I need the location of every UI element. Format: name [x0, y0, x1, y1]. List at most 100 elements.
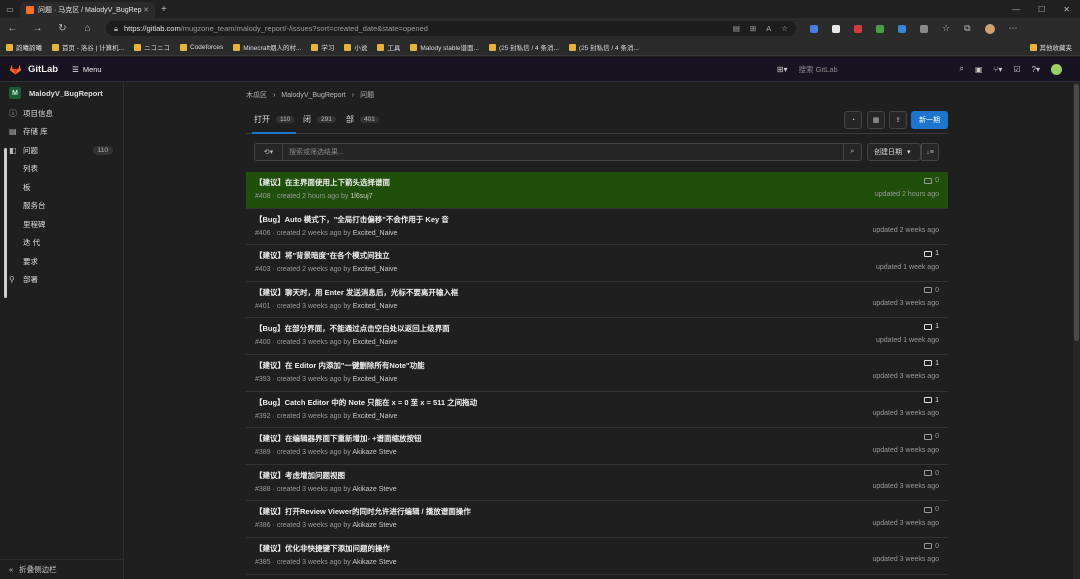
- close-window-icon[interactable]: ✕: [1063, 5, 1070, 14]
- issue-author[interactable]: Excited_Naive: [353, 413, 398, 420]
- extension-icon[interactable]: [920, 24, 928, 33]
- issue-row[interactable]: 【建议】考虑增加问题视图 #388 · created 3 weeks ago b…: [246, 465, 948, 502]
- search-icon[interactable]: ⌕: [843, 144, 861, 160]
- sidebar-scrollbar[interactable]: [4, 148, 7, 298]
- sidebar-item[interactable]: ▤ 存储 库: [0, 123, 123, 142]
- comments-count[interactable]: 0: [924, 506, 939, 513]
- issue-row[interactable]: 【建议】在编辑器界面下重新增加- +谱面缩放按钮 #389 · created 3…: [246, 428, 948, 465]
- address-bar[interactable]: 🔒︎ https://gitlab.com /mugzone_team/malo…: [106, 21, 796, 36]
- sidebar-item[interactable]: 列表: [0, 160, 123, 179]
- read-aloud-icon[interactable]: ▤: [733, 24, 740, 33]
- bookmark-item[interactable]: 学习: [311, 42, 334, 52]
- profile-avatar[interactable]: [984, 23, 995, 34]
- comments-count[interactable]: 1: [924, 323, 939, 330]
- sort-dropdown[interactable]: 创建日期 ▾: [867, 143, 921, 161]
- issue-author[interactable]: Excited_Naive: [353, 230, 398, 237]
- issue-author[interactable]: Excited_Naive: [353, 376, 398, 383]
- comments-count[interactable]: 0: [924, 287, 939, 294]
- extension-icon[interactable]: [876, 24, 884, 33]
- sidebar-item[interactable]: 要求: [0, 252, 123, 271]
- tab-open[interactable]: 打开 110: [251, 114, 297, 134]
- extension-icon[interactable]: [810, 24, 818, 33]
- bookmark-item[interactable]: ニコニコ: [134, 42, 170, 52]
- browser-tab[interactable]: 问题 · 马克区 / MalodyV_BugRep ✕: [20, 2, 155, 18]
- search-icon[interactable]: ⌕: [959, 64, 963, 74]
- issue-title[interactable]: 【建议】将"背景暗度"在各个模式间独立: [255, 250, 939, 261]
- issue-row[interactable]: 【Bug】Catch Editor 中的 Note 只能在 x = 0 至 x …: [246, 392, 948, 429]
- new-tab-icon[interactable]: +: [161, 4, 167, 15]
- bookmark-item[interactable]: 首页 - 洛谷 | 计算机...: [52, 42, 124, 52]
- issue-title[interactable]: 【建议】考虑增加问题视图: [255, 470, 939, 481]
- page-scrollbar[interactable]: [1073, 82, 1080, 579]
- minimize-icon[interactable]: —: [1012, 5, 1020, 14]
- tab-actions-icon[interactable]: ▭: [0, 5, 20, 14]
- bookmark-item[interactable]: Minecraft烟人的村...: [233, 42, 301, 52]
- bookmark-item[interactable]: Codeforces: [180, 43, 223, 51]
- help-icon[interactable]: ?▾: [1032, 65, 1040, 74]
- collections-icon[interactable]: ⧉: [964, 23, 970, 34]
- issue-author[interactable]: 1l6suj7: [350, 193, 372, 200]
- back-icon[interactable]: ←: [0, 23, 25, 34]
- todos-icon[interactable]: ☑: [1013, 65, 1020, 74]
- merge-requests-icon[interactable]: ⑂▾: [994, 65, 1003, 74]
- create-new-icon[interactable]: ⊞▾: [777, 65, 788, 74]
- issue-title[interactable]: 【建议】打开Review Viewer的同时允许进行编辑 / 播放谱面操作: [255, 506, 939, 517]
- close-tab-icon[interactable]: ✕: [143, 6, 149, 14]
- home-icon[interactable]: ⌂: [75, 23, 100, 34]
- sidebar-item[interactable]: 板: [0, 178, 123, 197]
- issue-title[interactable]: 【Bug】在部分界面，不能通过点击空白处以返回上级界面: [255, 323, 939, 334]
- calendar-button[interactable]: ▦: [867, 111, 885, 129]
- tab-all[interactable]: 部 401: [346, 114, 379, 125]
- issue-title[interactable]: 【建议】在编辑器界面下重新增加- +谱面缩放按钮: [255, 433, 939, 444]
- issue-title[interactable]: 【建议】优化非快捷键下添加问题的操作: [255, 543, 939, 554]
- bookmark-item[interactable]: Malody stable谱面...: [410, 42, 479, 52]
- issue-row[interactable]: 【建议】优化非快捷键下添加问题的操作 #385 · created 3 weeks…: [246, 538, 948, 575]
- rss-button[interactable]: ◔: [844, 111, 862, 129]
- bookmark-item[interactable]: 韵曦韵曦: [6, 42, 42, 52]
- comments-count[interactable]: 1: [924, 360, 939, 367]
- issue-author[interactable]: Excited_Naive: [353, 303, 398, 310]
- sidebar-item[interactable]: 服务台: [0, 197, 123, 216]
- breadcrumb-project[interactable]: MalodyV_BugReport: [281, 92, 346, 99]
- issue-row[interactable]: 【建议】在 Editor 内添加"一键删除所有Note"功能 #393 · cre…: [246, 355, 948, 392]
- tab-closed[interactable]: 闭 291: [303, 114, 336, 125]
- more-menu-icon[interactable]: ⋯: [1009, 23, 1018, 34]
- bookmark-item[interactable]: (25 封私信 / 4 条消...: [488, 42, 559, 52]
- gitlab-logo[interactable]: GitLab: [0, 64, 58, 75]
- project-header[interactable]: M MalodyV_BugReport: [0, 82, 123, 104]
- user-avatar[interactable]: [1051, 63, 1062, 75]
- extension-icon[interactable]: [898, 24, 906, 33]
- sidebar-item[interactable]: ◧ 问题 110: [0, 141, 123, 160]
- bookmark-item[interactable]: 工具: [377, 42, 400, 52]
- issue-author[interactable]: Akikaze Steve: [352, 486, 396, 493]
- comments-count[interactable]: 0: [924, 177, 939, 184]
- comments-count[interactable]: 0: [924, 433, 939, 440]
- issue-title[interactable]: 【Bug】Auto 模式下，"全局打击偏移"不会作用于 Key 音: [255, 214, 939, 225]
- issue-title[interactable]: 【建议】在主界面使用上下箭头选择谱面: [255, 177, 939, 188]
- sidebar-item[interactable]: 迭 代: [0, 234, 123, 253]
- apps-icon[interactable]: ⊞: [750, 24, 756, 33]
- issue-row[interactable]: 【建议】将"背景暗度"在各个模式间独立 #403 · created 2 week…: [246, 245, 948, 282]
- issue-row[interactable]: 【建议】在主界面使用上下箭头选择谱面 #408 · created 2 hours…: [246, 172, 948, 209]
- history-dropdown[interactable]: ⟲▾: [255, 144, 283, 160]
- maximize-icon[interactable]: ☐: [1038, 5, 1045, 14]
- translate-icon[interactable]: A: [766, 24, 771, 33]
- new-issue-button[interactable]: 新一期: [911, 111, 948, 129]
- favorite-star-icon[interactable]: ☆: [781, 24, 788, 33]
- sidebar-item[interactable]: ⚲ 部署: [0, 271, 123, 290]
- search-input[interactable]: 搜索 GitLab: [798, 64, 948, 75]
- issue-author[interactable]: Excited_Naive: [353, 339, 398, 346]
- bookmark-item[interactable]: (25 封私信 / 4 条消...: [568, 42, 639, 52]
- comments-count[interactable]: 0: [924, 543, 939, 550]
- issue-row[interactable]: 【Bug】在部分界面，不能通过点击空白处以返回上级界面 #400 · create…: [246, 318, 948, 355]
- issue-title[interactable]: 【建议】在 Editor 内添加"一键删除所有Note"功能: [255, 360, 939, 371]
- breadcrumb-page[interactable]: 问题: [360, 92, 374, 99]
- bookmark-item[interactable]: 小说: [344, 42, 367, 52]
- issue-title[interactable]: 【Bug】Catch Editor 中的 Note 只能在 x = 0 至 x …: [255, 397, 939, 408]
- issue-author[interactable]: Akikaze Steve: [352, 449, 396, 456]
- issue-row[interactable]: 【建议】打开Review Viewer的同时允许进行编辑 / 播放谱面操作 #38…: [246, 501, 948, 538]
- other-bookmarks[interactable]: 其他收藏夹: [1029, 42, 1072, 52]
- issue-author[interactable]: Excited_Naive: [353, 266, 398, 273]
- breadcrumb-group[interactable]: 木瓜区: [246, 92, 267, 99]
- filter-search-input[interactable]: 搜索或筛选结果...: [283, 147, 344, 157]
